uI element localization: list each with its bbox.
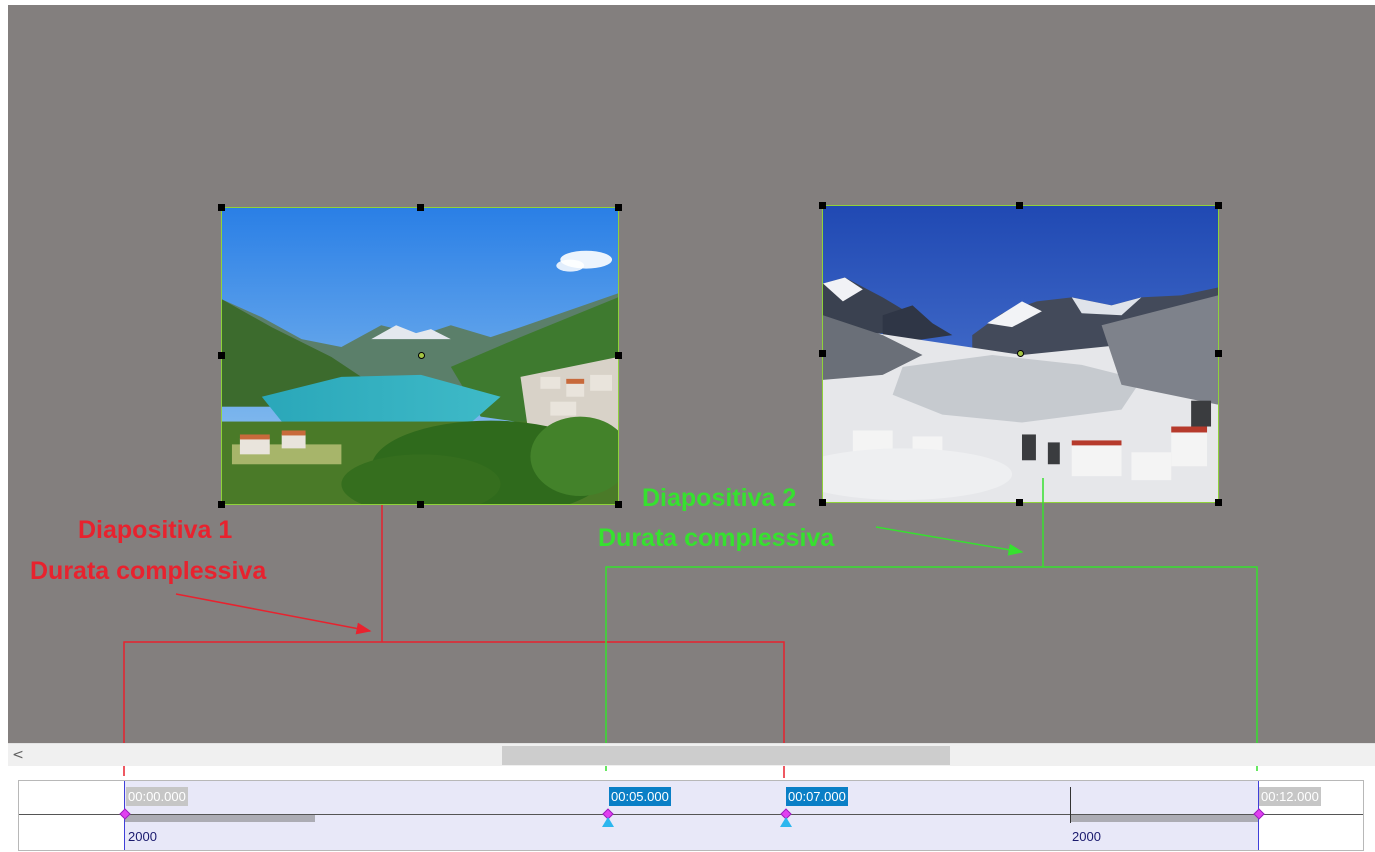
rotation-center-handle[interactable] (418, 352, 425, 359)
time-label-5s: 00:05.000 (609, 787, 671, 806)
timeline-track[interactable]: 00:00.000 00:05.000 00:07.000 00:12.000 … (18, 780, 1364, 851)
fade-out-duration: 2000 (1072, 829, 1101, 844)
resize-handle-top[interactable] (417, 204, 424, 211)
resize-handle-bottom[interactable] (1016, 499, 1023, 506)
scroll-thumb[interactable] (502, 746, 950, 765)
resize-handle-right[interactable] (615, 352, 622, 359)
transition-triangle-icon[interactable] (780, 817, 792, 827)
time-label-start: 00:00.000 (126, 787, 188, 806)
resize-handle-bottom-right[interactable] (615, 501, 622, 508)
transition-triangle-icon[interactable] (602, 817, 614, 827)
scroll-left-arrow-icon[interactable]: < (10, 746, 26, 764)
rotation-center-handle[interactable] (1017, 350, 1024, 357)
slide2-duration-label: Durata complessiva (598, 524, 835, 552)
slide1-title-label: Diapositiva 1 (78, 516, 233, 544)
resize-handle-left[interactable] (819, 350, 826, 357)
timeline-tick (1070, 787, 1071, 823)
slide2-title-label: Diapositiva 2 (642, 484, 797, 512)
resize-handle-top-left[interactable] (819, 202, 826, 209)
time-label-7s: 00:07.000 (786, 787, 848, 806)
resize-handle-top[interactable] (1016, 202, 1023, 209)
resize-handle-top-left[interactable] (218, 204, 225, 211)
resize-handle-top-right[interactable] (1215, 202, 1222, 209)
slide1-duration-label: Durata complessiva (30, 557, 267, 585)
fade-in-bar[interactable] (125, 815, 315, 822)
resize-handle-top-right[interactable] (615, 204, 622, 211)
fade-in-duration: 2000 (128, 829, 157, 844)
time-label-end: 00:12.000 (1259, 787, 1321, 806)
fade-out-bar[interactable] (1070, 815, 1259, 822)
resize-handle-right[interactable] (1215, 350, 1222, 357)
resize-handle-bottom[interactable] (417, 501, 424, 508)
resize-handle-bottom-left[interactable] (819, 499, 826, 506)
resize-handle-left[interactable] (218, 352, 225, 359)
horizontal-scrollbar[interactable]: < (8, 743, 1375, 766)
resize-handle-bottom-right[interactable] (1215, 499, 1222, 506)
resize-handle-bottom-left[interactable] (218, 501, 225, 508)
